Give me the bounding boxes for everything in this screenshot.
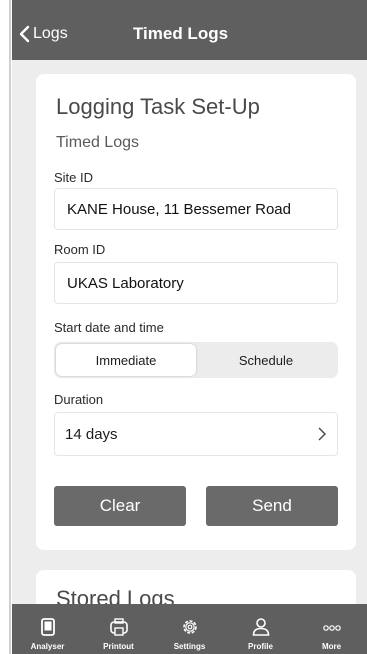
start-segmented-control: Immediate Schedule — [54, 342, 338, 378]
room-id-label: Room ID — [54, 242, 106, 257]
tab-analyser[interactable]: Analyser — [12, 604, 83, 654]
tab-label: Settings — [173, 642, 206, 651]
site-id-label: Site ID — [54, 170, 94, 185]
profile-icon — [252, 618, 269, 636]
start-label: Start date and time — [54, 320, 164, 335]
tab-profile[interactable]: Profile — [225, 604, 296, 654]
tab-label: More — [321, 642, 342, 651]
navigation-bar: Logs Timed Logs — [12, 0, 367, 60]
card-subtitle: Timed Logs — [56, 134, 139, 151]
site-id-field[interactable]: KANE House, 11 Bessemer Road — [54, 188, 338, 230]
segment-schedule[interactable]: Schedule — [196, 344, 336, 376]
tab-label: Profile — [248, 642, 273, 651]
room-id-field[interactable]: UKAS Laboratory — [54, 262, 338, 304]
app-screen: Logs Timed Logs Logging Task Set-Up Time… — [12, 0, 367, 654]
tab-bar: Analyser Printout Settings Profile More — [12, 604, 367, 654]
clear-button[interactable]: Clear — [54, 486, 186, 526]
duration-value: 14 days — [65, 425, 118, 443]
tab-settings[interactable]: Settings — [154, 604, 225, 654]
tab-more[interactable]: More — [296, 604, 367, 654]
printer-icon — [109, 618, 128, 636]
analyser-icon — [40, 618, 55, 636]
card-title: Logging Task Set-Up — [56, 94, 260, 119]
tab-label: Printout — [103, 642, 134, 651]
duration-label: Duration — [54, 392, 104, 407]
segment-immediate[interactable]: Immediate — [56, 344, 196, 376]
tab-label: Analyser — [30, 642, 65, 651]
send-button[interactable]: Send — [206, 486, 338, 526]
duration-select[interactable]: 14 days — [54, 412, 338, 456]
tab-printout[interactable]: Printout — [83, 604, 154, 654]
window-edge — [9, 0, 11, 654]
chevron-right-icon — [318, 427, 326, 441]
gear-icon — [182, 620, 197, 634]
page-title: Timed Logs — [132, 24, 229, 43]
logging-setup-card: Logging Task Set-Up Timed Logs Site ID K… — [36, 74, 356, 550]
more-icon — [322, 625, 341, 631]
